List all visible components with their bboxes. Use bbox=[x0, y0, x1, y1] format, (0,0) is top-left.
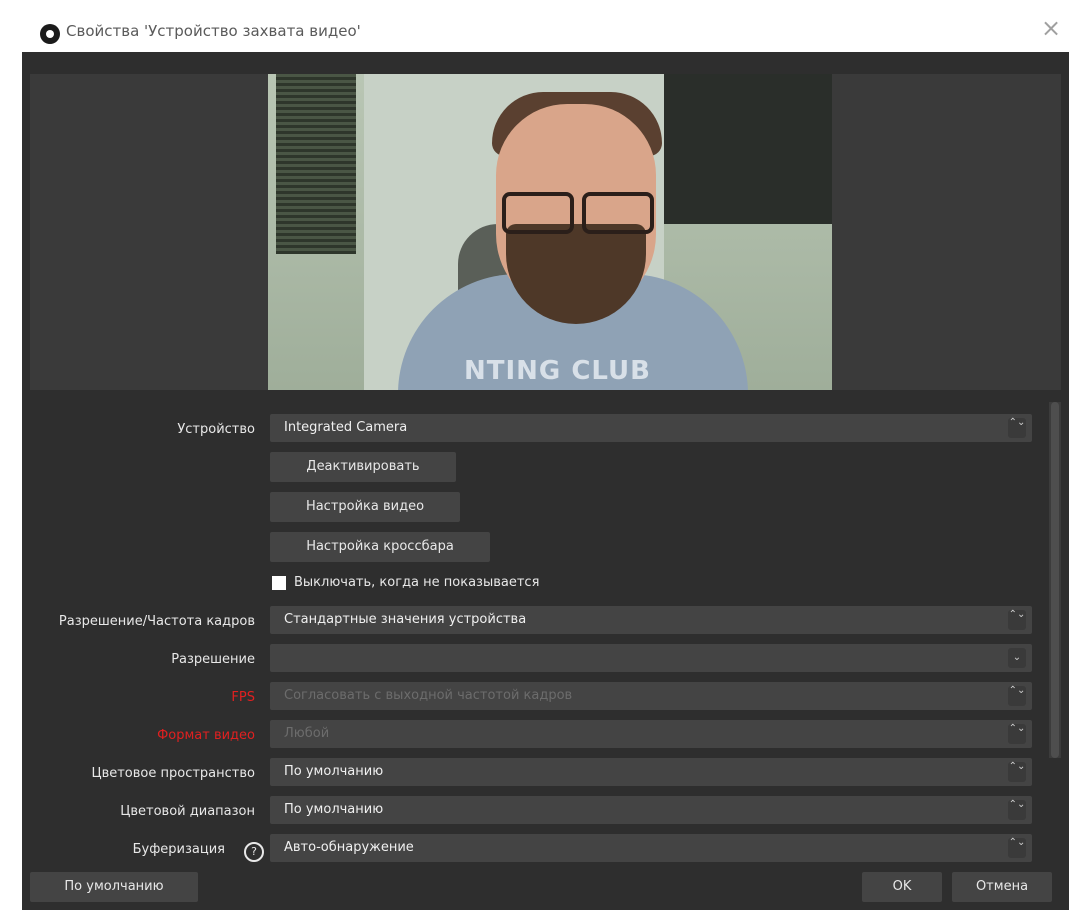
color-range-label: Цветовой диапазон bbox=[120, 804, 255, 819]
spin-icon: ⌃⌄ bbox=[1008, 800, 1026, 820]
preview-blinds bbox=[276, 74, 356, 254]
obs-logo-icon bbox=[40, 24, 60, 44]
ok-button[interactable]: OK bbox=[862, 872, 942, 902]
spin-icon: ⌃⌄ bbox=[1008, 724, 1026, 744]
device-value: Integrated Camera bbox=[284, 420, 408, 435]
shirt-text: NTING CLUB bbox=[464, 356, 651, 386]
scrollbar[interactable] bbox=[1049, 402, 1061, 758]
video-format-value: Любой bbox=[284, 726, 330, 741]
chevron-down-icon: ⌄ bbox=[1008, 648, 1026, 668]
camera-preview-image: NTING CLUB bbox=[268, 74, 832, 390]
window-title: Свойства 'Устройство захвата видео' bbox=[66, 22, 361, 40]
color-space-label: Цветовое пространство bbox=[91, 766, 255, 781]
deactivate-button[interactable]: Деактивировать bbox=[270, 452, 456, 482]
spin-icon: ⌃⌄ bbox=[1008, 686, 1026, 706]
device-label: Устройство bbox=[177, 422, 255, 437]
resolution-fps-type-label: Разрешение/Частота кадров bbox=[58, 614, 255, 629]
scroll-thumb[interactable] bbox=[1051, 402, 1059, 758]
spin-icon: ⌃⌄ bbox=[1008, 610, 1026, 630]
fps-select[interactable]: Согласовать с выходной частотой кадров ⌃… bbox=[270, 682, 1032, 710]
hide-when-not-shown-checkbox[interactable] bbox=[272, 576, 286, 590]
color-range-value: По умолчанию bbox=[284, 802, 384, 817]
hide-when-not-shown-label: Выключать, когда не показывается bbox=[294, 575, 540, 590]
preview-glasses bbox=[496, 192, 656, 234]
video-format-select[interactable]: Любой ⌃⌄ bbox=[270, 720, 1032, 748]
video-format-label: Формат видео bbox=[157, 728, 255, 743]
spin-icon: ⌃⌄ bbox=[1008, 418, 1026, 438]
cancel-button[interactable]: Отмена bbox=[952, 872, 1052, 902]
defaults-button[interactable]: По умолчанию bbox=[30, 872, 198, 902]
resolution-label: Разрешение bbox=[171, 652, 255, 667]
spin-icon: ⌃⌄ bbox=[1008, 762, 1026, 782]
color-space-select[interactable]: По умолчанию ⌃⌄ bbox=[270, 758, 1032, 786]
preview-window bbox=[664, 74, 832, 224]
properties-dialog: NTING CLUB Устройство Integrated Camera … bbox=[22, 52, 1069, 910]
resolution-fps-type-select[interactable]: Стандартные значения устройства ⌃⌄ bbox=[270, 606, 1032, 634]
video-preview: NTING CLUB bbox=[30, 74, 1061, 390]
help-icon[interactable]: ? bbox=[244, 842, 264, 862]
glasses-lens-right bbox=[582, 192, 654, 234]
close-icon[interactable]: × bbox=[1041, 16, 1061, 40]
glasses-lens-left bbox=[502, 192, 574, 234]
buffering-label: Буферизация bbox=[132, 842, 225, 857]
resolution-select[interactable]: ⌄ bbox=[270, 644, 1032, 672]
resolution-fps-type-value: Стандартные значения устройства bbox=[284, 612, 527, 627]
color-range-select[interactable]: По умолчанию ⌃⌄ bbox=[270, 796, 1032, 824]
fps-label: FPS bbox=[231, 690, 255, 705]
fps-value: Согласовать с выходной частотой кадров bbox=[284, 688, 573, 703]
buffering-value: Авто-обнаружение bbox=[284, 840, 414, 855]
crossbar-settings-button[interactable]: Настройка кроссбара bbox=[270, 532, 490, 562]
device-select[interactable]: Integrated Camera ⌃⌄ bbox=[270, 414, 1032, 442]
video-settings-button[interactable]: Настройка видео bbox=[270, 492, 460, 522]
spin-icon: ⌃⌄ bbox=[1008, 838, 1026, 858]
color-space-value: По умолчанию bbox=[284, 764, 384, 779]
buffering-select[interactable]: Авто-обнаружение ⌃⌄ bbox=[270, 834, 1032, 862]
